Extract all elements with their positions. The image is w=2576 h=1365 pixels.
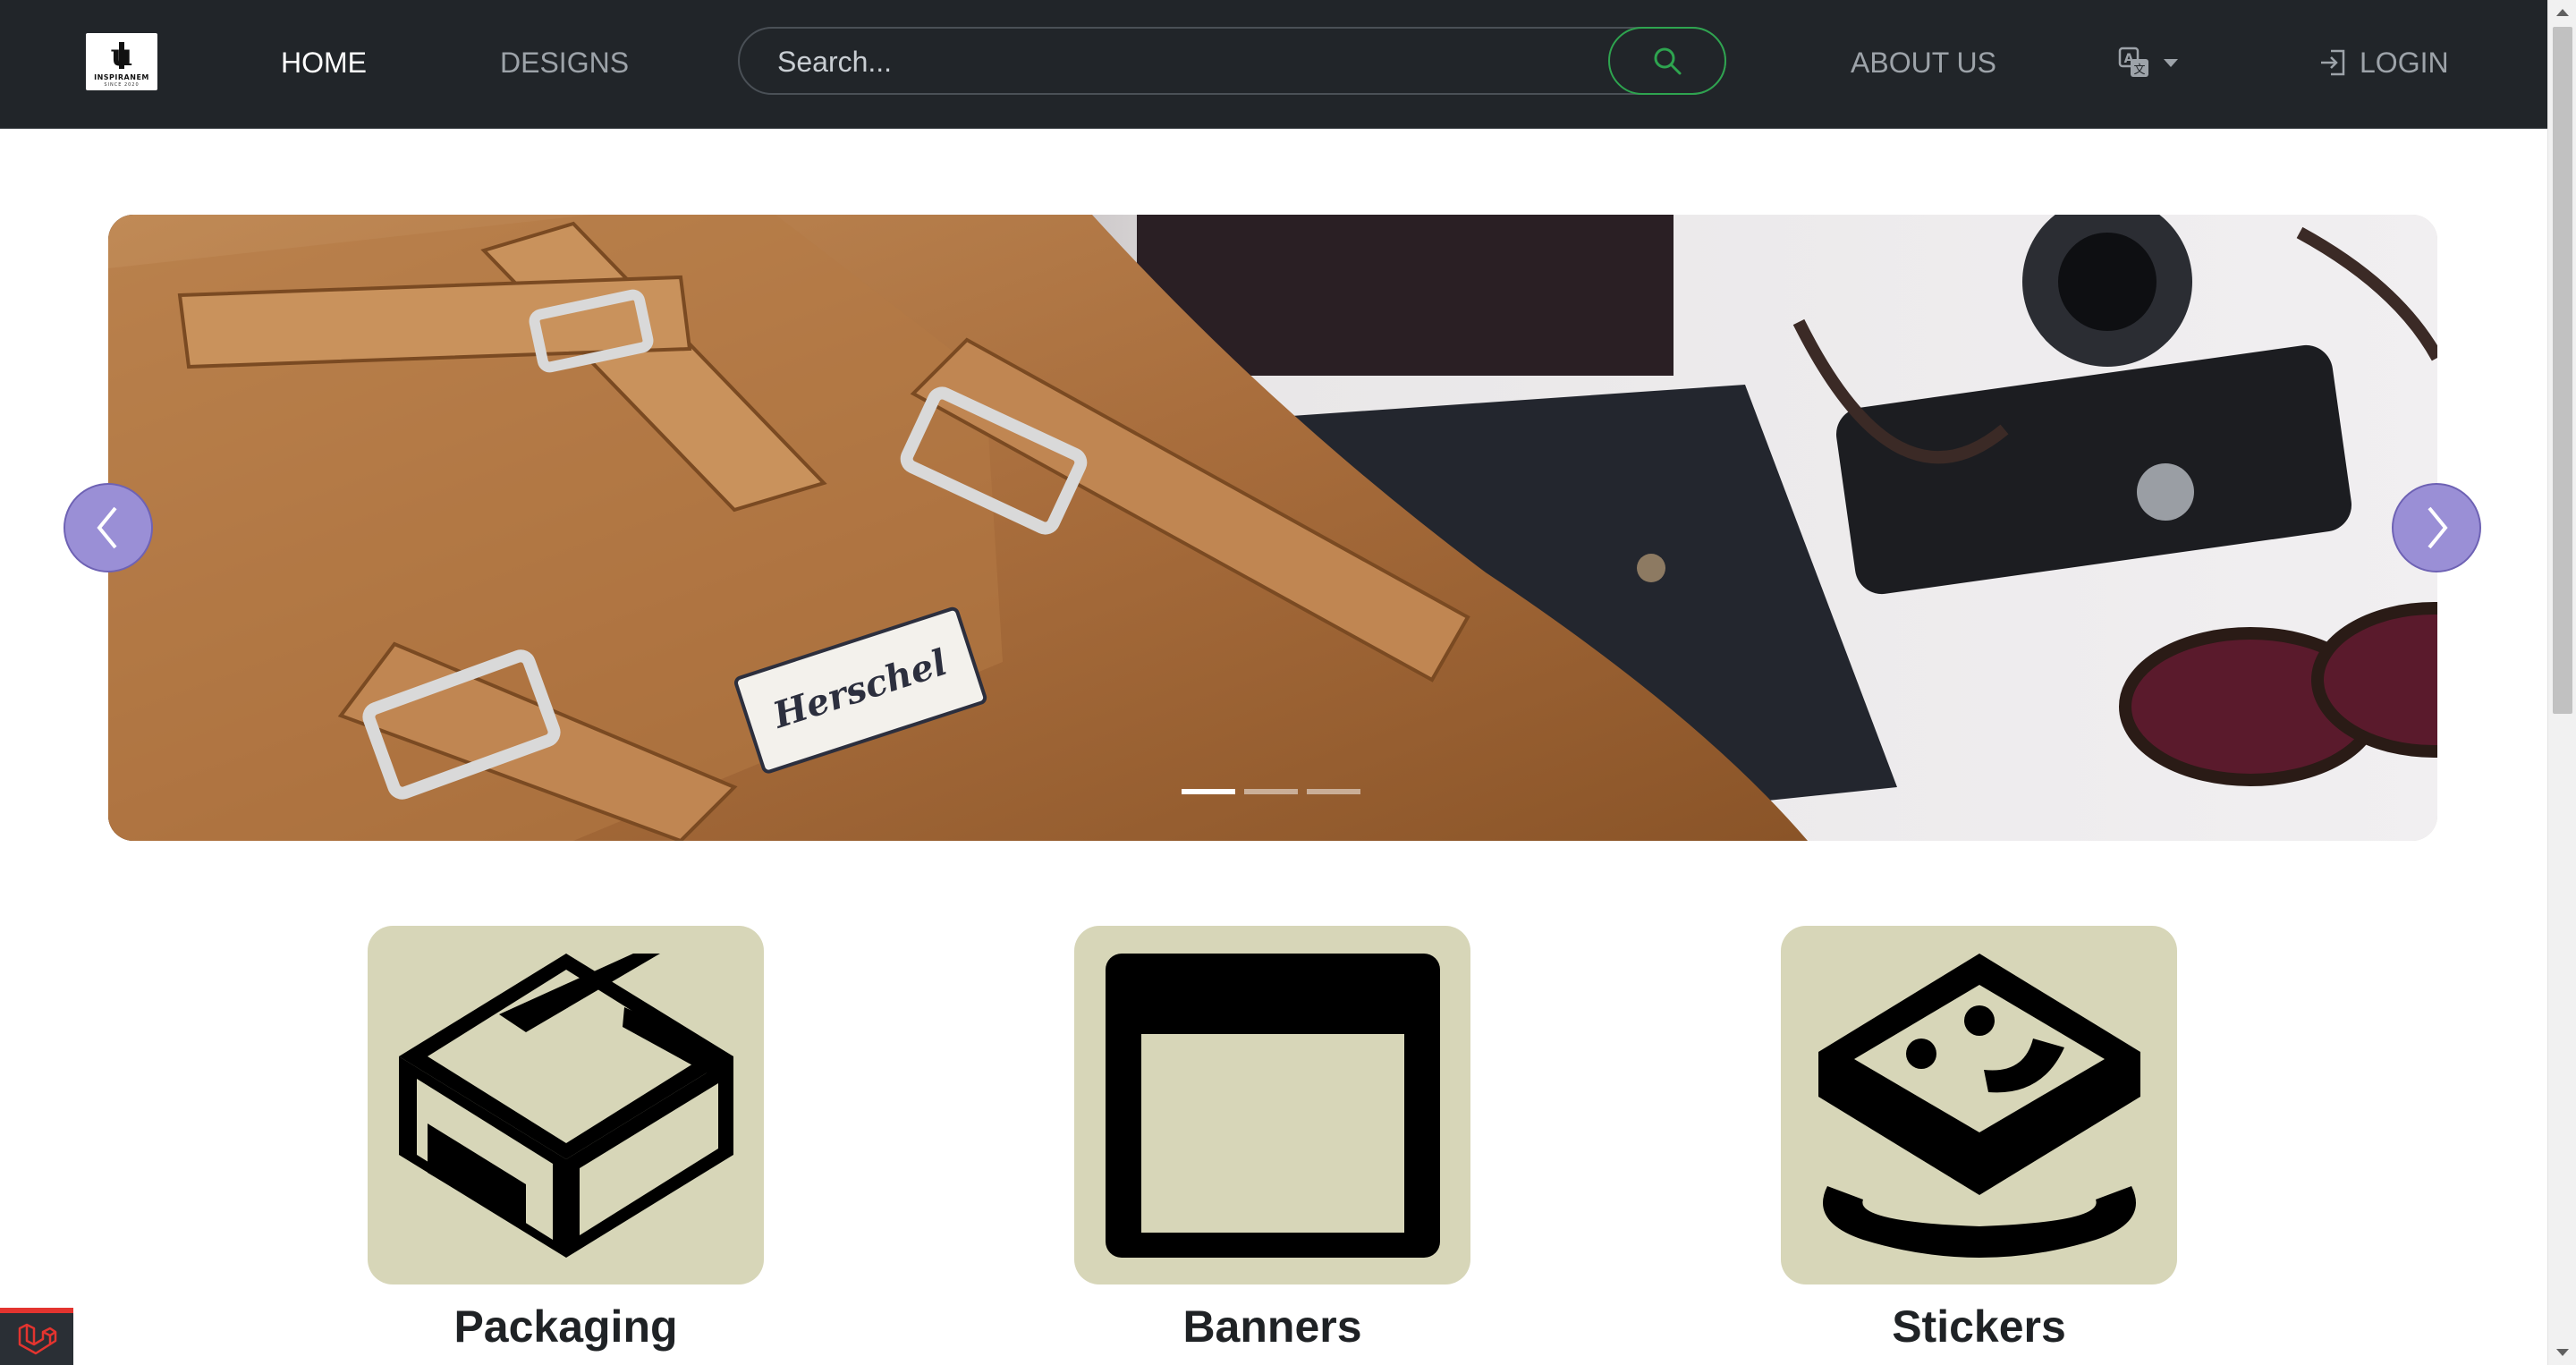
carousel-slide-image: Herschel bbox=[108, 215, 2437, 841]
translate-icon: A 文 bbox=[2118, 47, 2148, 77]
carousel-indicator-3[interactable] bbox=[1307, 789, 1360, 794]
scroll-up-icon[interactable] bbox=[2556, 9, 2569, 16]
svg-text:文: 文 bbox=[2133, 64, 2145, 77]
carousel-indicators bbox=[1182, 789, 1360, 794]
nav-about-link[interactable]: ABOUT US bbox=[1851, 43, 1996, 82]
chevron-left-icon bbox=[97, 506, 117, 549]
search-input[interactable] bbox=[775, 29, 1611, 95]
logo-text: INSPIRANEM bbox=[94, 73, 149, 81]
hero-carousel: Herschel bbox=[108, 215, 2437, 841]
login-label: LOGIN bbox=[2360, 46, 2449, 79]
category-card-stickers[interactable] bbox=[1781, 926, 2177, 1284]
scrollbar-thumb[interactable] bbox=[2553, 27, 2572, 714]
page-scrollbar[interactable] bbox=[2547, 0, 2576, 1365]
box-icon bbox=[398, 953, 733, 1258]
caret-down-icon bbox=[2164, 59, 2178, 67]
laravel-icon bbox=[18, 1323, 57, 1355]
nav-designs-link[interactable]: DESIGNS bbox=[500, 43, 629, 82]
category-card-banners[interactable] bbox=[1074, 926, 1470, 1284]
category-label-banners[interactable]: Banners bbox=[1074, 1301, 1470, 1352]
logo-subtext: SINCE 2020 bbox=[104, 82, 140, 88]
carousel-next-button[interactable] bbox=[2392, 483, 2481, 572]
login-icon bbox=[2321, 49, 2345, 76]
login-link[interactable]: LOGIN bbox=[2318, 43, 2449, 82]
category-label-stickers[interactable]: Stickers bbox=[1781, 1301, 2177, 1352]
carousel-indicator-2[interactable] bbox=[1244, 789, 1298, 794]
navbar: u INSPIRANEM SINCE 2020 HOME DESIGNS ABO… bbox=[0, 0, 2547, 129]
debug-toolbar-button[interactable] bbox=[0, 1308, 73, 1365]
search-form bbox=[738, 27, 1726, 95]
search-button[interactable] bbox=[1608, 27, 1726, 95]
category-label-packaging[interactable]: Packaging bbox=[368, 1301, 764, 1352]
carousel-prev-button[interactable] bbox=[64, 483, 153, 572]
sticker-icon bbox=[1818, 953, 2140, 1258]
nav-home-link[interactable]: HOME bbox=[281, 43, 367, 82]
category-card-packaging[interactable] bbox=[368, 926, 764, 1284]
scroll-down-icon[interactable] bbox=[2556, 1349, 2569, 1356]
brand-logo[interactable]: u INSPIRANEM SINCE 2020 bbox=[86, 33, 157, 90]
search-icon bbox=[1654, 47, 1682, 75]
language-dropdown[interactable]: A 文 bbox=[2118, 47, 2179, 79]
chevron-right-icon bbox=[2428, 506, 2448, 549]
carousel-indicator-1[interactable] bbox=[1182, 789, 1235, 794]
banner-icon bbox=[1105, 953, 1440, 1258]
